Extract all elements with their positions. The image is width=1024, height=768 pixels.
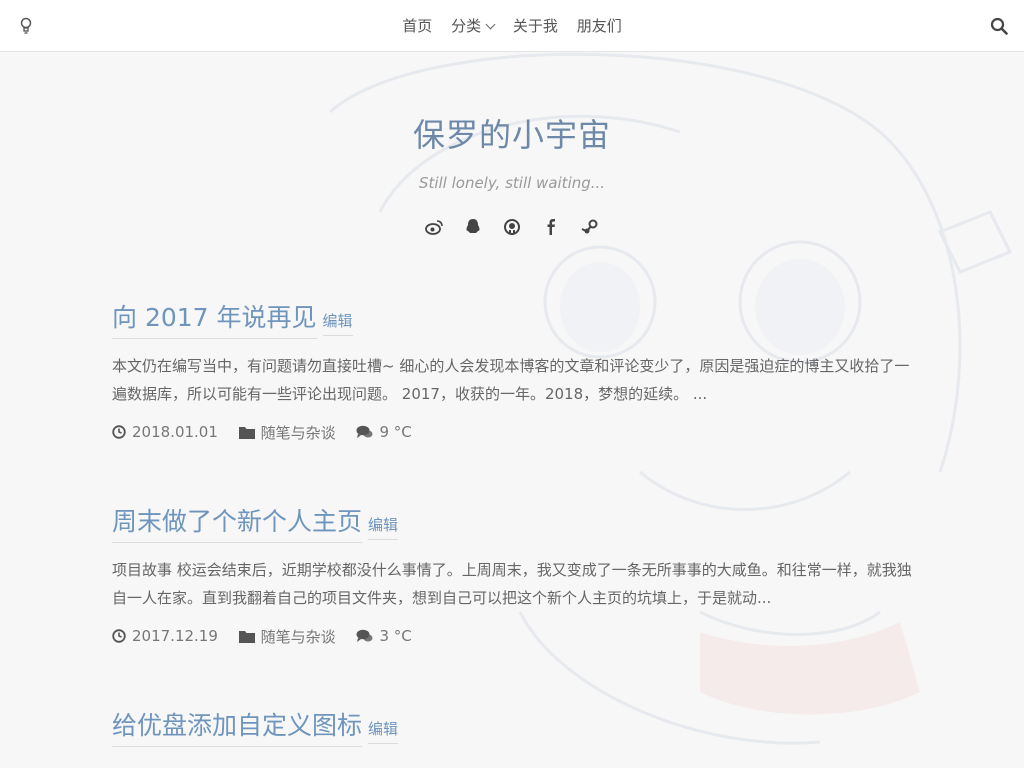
post-category[interactable]: 随笔与杂谈 <box>238 627 336 647</box>
top-navbar: 首页 分类 关于我 朋友们 <box>0 0 1024 52</box>
post-category-text: 随笔与杂谈 <box>260 423 336 442</box>
weibo-icon[interactable] <box>424 217 444 237</box>
folder-icon <box>238 631 255 643</box>
post-title-link[interactable]: 周末做了个新个人主页 <box>112 502 363 543</box>
chevron-down-icon <box>485 19 496 30</box>
post-temperature: 9 °C <box>356 422 412 442</box>
post-excerpt: 项目故事 校运会结束后，近期学校都没什么事情了。上周周末，我又变成了一条无所事事… <box>112 561 912 607</box>
post-temperature-text: 3 °C <box>379 627 412 645</box>
comments-icon <box>356 629 373 642</box>
main-nav: 首页 分类 关于我 朋友们 <box>0 0 1024 52</box>
site-title[interactable]: 保罗的小宇宙 <box>0 110 1024 156</box>
post-date: 2018.01.01 <box>112 422 218 442</box>
nav-item-home[interactable]: 首页 <box>402 0 432 52</box>
post-date-text: 2018.01.01 <box>132 423 218 441</box>
clock-icon <box>112 629 126 643</box>
search-icon[interactable] <box>990 17 1008 35</box>
post-meta: 2018.01.01 随笔与杂谈 9 °C <box>112 422 912 442</box>
edit-link[interactable]: 编辑 <box>368 718 399 744</box>
post-card: 周末做了个新个人主页 编辑 项目故事 校运会结束后，近期学校都没什么事情了。上周周… <box>112 502 912 646</box>
folder-icon <box>238 427 255 439</box>
post-title-link[interactable]: 给优盘添加自定义图标 <box>112 706 363 747</box>
post-excerpt: 本文仍在编写当中，有问题请勿直接吐槽~ 细心的人会发现本博客的文章和评论变少了，… <box>112 357 910 403</box>
nav-item-label: 朋友们 <box>576 17 622 35</box>
github-icon[interactable] <box>502 217 522 237</box>
clock-icon <box>112 425 126 439</box>
nav-item-about[interactable]: 关于我 <box>513 0 558 52</box>
post-date: 2017.12.19 <box>112 626 218 646</box>
post-category-text: 随笔与杂谈 <box>260 627 336 646</box>
post-card: 向 2017 年说再见 编辑 本文仍在编写当中，有问题请勿直接吐槽~ 细心的人会发… <box>112 298 912 442</box>
post-card: 给优盘添加自定义图标 编辑 <box>112 706 912 747</box>
nav-item-label: 分类 <box>451 17 482 35</box>
social-links <box>0 216 1024 237</box>
nav-item-label: 关于我 <box>512 17 558 35</box>
nav-item-friends[interactable]: 朋友们 <box>577 0 622 52</box>
comments-icon <box>356 425 373 438</box>
steam-icon[interactable] <box>580 217 600 237</box>
nav-item-categories[interactable]: 分类 <box>451 0 496 52</box>
qq-icon[interactable] <box>463 217 483 237</box>
edit-link[interactable]: 编辑 <box>322 310 353 336</box>
post-temperature: 3 °C <box>356 626 412 646</box>
post-category[interactable]: 随笔与杂谈 <box>238 423 336 443</box>
post-date-text: 2017.12.19 <box>132 627 218 645</box>
post-title-link[interactable]: 向 2017 年说再见 <box>112 298 317 339</box>
post-meta: 2017.12.19 随笔与杂谈 3 °C <box>112 626 912 646</box>
post-temperature-text: 9 °C <box>379 423 412 441</box>
nav-item-label: 首页 <box>402 17 433 35</box>
site-description: Still lonely, still waiting... <box>418 174 606 192</box>
facebook-icon[interactable] <box>541 217 561 237</box>
edit-link[interactable]: 编辑 <box>368 514 399 540</box>
